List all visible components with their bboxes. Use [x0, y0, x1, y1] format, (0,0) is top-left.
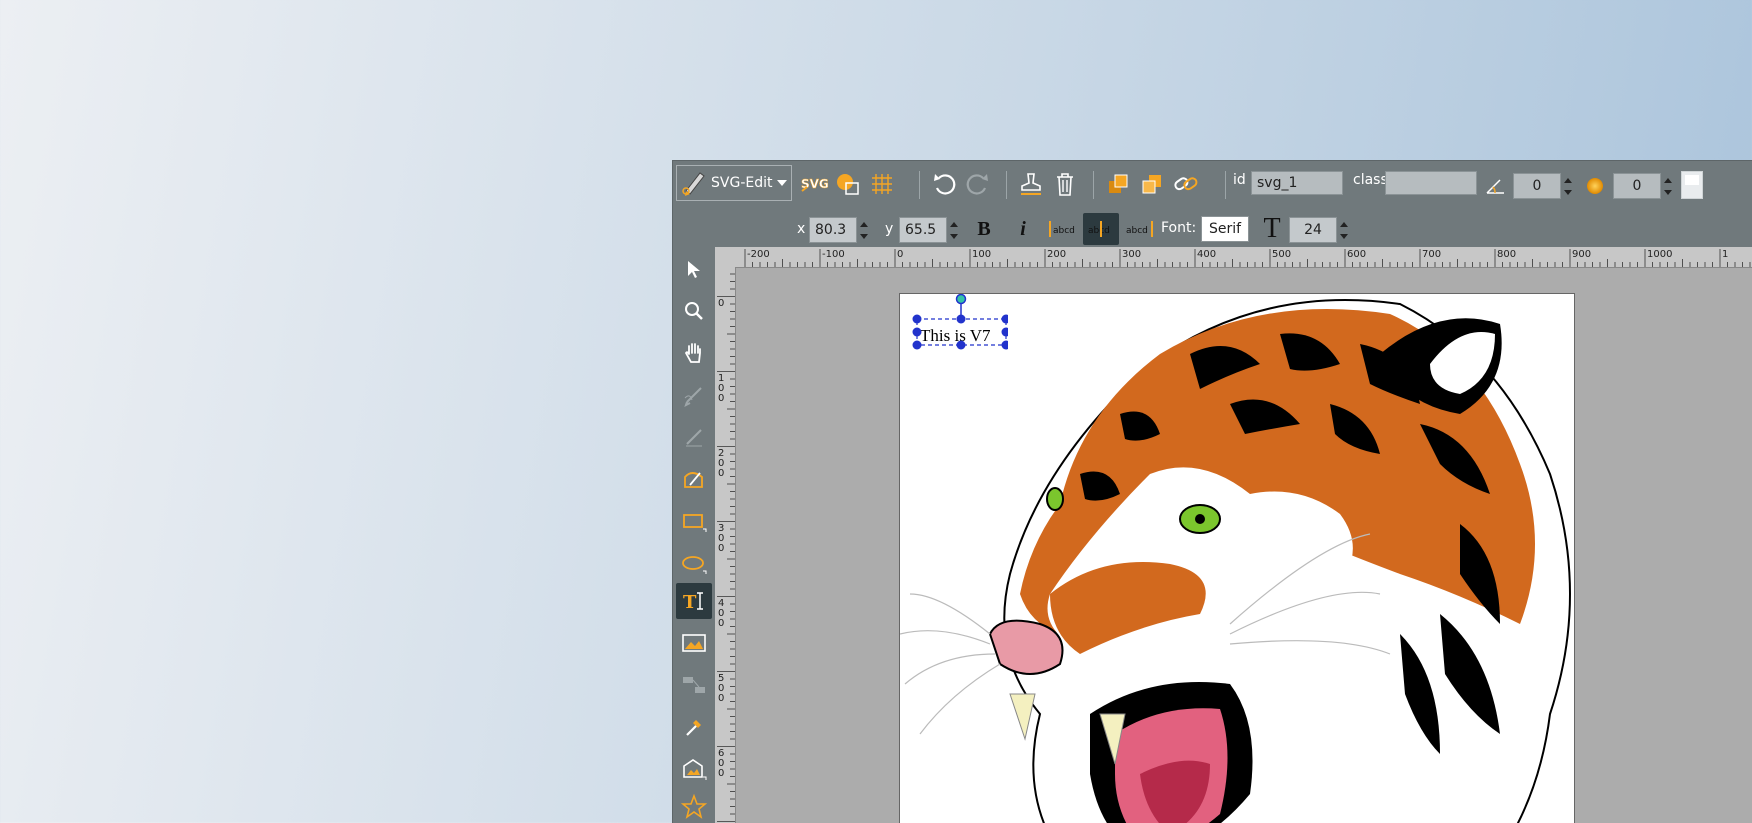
font-size-spinner[interactable] [1337, 218, 1351, 242]
text-anchor-start-icon[interactable]: abcd [1045, 215, 1079, 243]
ruler-h-label: 400 [1197, 249, 1216, 260]
main-menu-label: SVG-Edit [711, 175, 773, 191]
ruler-h-label: 600 [1347, 249, 1366, 260]
ruler-v-label: 0 [718, 298, 724, 309]
ruler-h-label: -200 [747, 249, 770, 260]
font-size-input[interactable]: 24 [1289, 217, 1337, 243]
ruler-h-label: 200 [1047, 249, 1066, 260]
blur-spinner[interactable] [1661, 174, 1675, 198]
zoom-tool-icon[interactable] [676, 293, 712, 329]
id-label: id [1233, 172, 1246, 188]
move-to-bottom-icon[interactable] [1137, 169, 1167, 199]
svg-text:abcd: abcd [1088, 226, 1110, 236]
star-tool-icon[interactable] [676, 789, 712, 823]
eyedropper-tool-icon[interactable] [676, 709, 712, 745]
pencil-tool-icon[interactable] [676, 377, 712, 413]
ruler-v-label: 0 [718, 468, 724, 479]
ruler-h-label: 700 [1422, 249, 1441, 260]
y-input[interactable]: 65.5 [899, 217, 947, 243]
library-tool-icon[interactable] [676, 751, 712, 787]
horizontal-ruler[interactable]: -200 -100 0 100 200 300 400 500 600 700 800 900 1000… [735, 247, 1752, 268]
clone-stamp-icon[interactable] [1016, 169, 1046, 199]
svg-edit-logo-icon [677, 166, 711, 200]
font-size-icon: T [1263, 213, 1281, 244]
svg-text:T: T [683, 592, 697, 613]
bold-icon[interactable]: B [969, 215, 999, 243]
text-context-toolbar: x 80.3 y 65.5 B i abcd abcd abcd Font: S… [673, 209, 1752, 249]
ruler-v-label: 0 [718, 768, 724, 779]
svg-canvas[interactable]: This is V7 [899, 293, 1575, 823]
main-toolbar: SVG-Edit SVG id svg_1 class 0 0 [673, 161, 1752, 209]
tools-panel: T [673, 249, 713, 823]
x-spinner[interactable] [857, 218, 871, 242]
undo-icon[interactable] [929, 169, 959, 199]
ellipse-tool-icon[interactable] [676, 545, 712, 581]
ruler-v-label: 0 [718, 543, 724, 554]
text-anchor-middle-icon[interactable]: abcd [1083, 213, 1119, 245]
selection-box[interactable] [908, 293, 1008, 362]
ruler-h-label: 0 [897, 249, 903, 260]
redo-icon[interactable] [963, 169, 993, 199]
id-input[interactable]: svg_1 [1251, 171, 1343, 195]
font-label: Font: [1161, 220, 1197, 236]
class-label: class [1353, 172, 1388, 188]
line-tool-icon[interactable] [676, 419, 712, 455]
vertical-ruler[interactable]: 0100200300400500600 [715, 267, 736, 823]
move-to-top-icon[interactable] [1103, 169, 1133, 199]
x-label: x [797, 221, 806, 237]
x-input[interactable]: 80.3 [809, 217, 857, 243]
ruler-h-label: 900 [1572, 249, 1591, 260]
angle-input[interactable]: 0 [1513, 173, 1561, 199]
tiger-illustration [900, 299, 1571, 823]
angle-spinner[interactable] [1561, 174, 1575, 198]
blur-icon [1580, 171, 1610, 201]
ruler-v-label: 0 [718, 393, 724, 404]
svg-text:abcd: abcd [1126, 226, 1148, 236]
ruler-h-label: 300 [1122, 249, 1141, 260]
ruler-h-label: 800 [1497, 249, 1516, 260]
ruler-corner [715, 247, 735, 267]
svg-text:abcd: abcd [1053, 226, 1075, 236]
chevron-down-icon [777, 180, 788, 186]
path-tool-icon[interactable] [676, 461, 712, 497]
font-family-input[interactable]: Serif [1201, 216, 1249, 242]
y-spinner[interactable] [947, 218, 961, 242]
svg-edit-app: SVG-Edit SVG id svg_1 class 0 0 x 80.3 y… [672, 160, 1752, 823]
ruler-h-label: 500 [1272, 249, 1291, 260]
y-label: y [885, 221, 894, 237]
opacity-swatch[interactable] [1681, 171, 1703, 199]
main-menu-button[interactable]: SVG-Edit [676, 165, 792, 201]
ruler-h-label: 100 [972, 249, 991, 260]
text-anchor-end-icon[interactable]: abcd [1123, 215, 1157, 243]
connector-tool-icon[interactable] [676, 667, 712, 703]
blur-input[interactable]: 0 [1613, 173, 1661, 199]
class-input[interactable] [1385, 171, 1477, 195]
ruler-v-label: 0 [718, 693, 724, 704]
delete-icon[interactable] [1050, 169, 1080, 199]
angle-icon [1481, 171, 1511, 201]
text-tool-icon[interactable]: T [676, 583, 712, 619]
pan-tool-icon[interactable] [676, 335, 712, 371]
wireframe-icon[interactable] [833, 169, 863, 199]
italic-icon[interactable]: i [1008, 215, 1038, 243]
svg-source-icon[interactable]: SVG [799, 169, 829, 199]
ruler-h-label: -100 [822, 249, 845, 260]
ruler-v-label: 0 [718, 618, 724, 629]
ruler-h-label: 1000 [1647, 249, 1672, 260]
ruler-h-label: 1 [1722, 249, 1728, 260]
select-tool-icon[interactable] [676, 251, 712, 287]
link-icon[interactable] [1171, 169, 1201, 199]
image-tool-icon[interactable] [676, 625, 712, 661]
grid-icon[interactable] [867, 169, 897, 199]
workarea[interactable]: This is V7 [736, 268, 1752, 823]
rectangle-tool-icon[interactable] [676, 503, 712, 539]
